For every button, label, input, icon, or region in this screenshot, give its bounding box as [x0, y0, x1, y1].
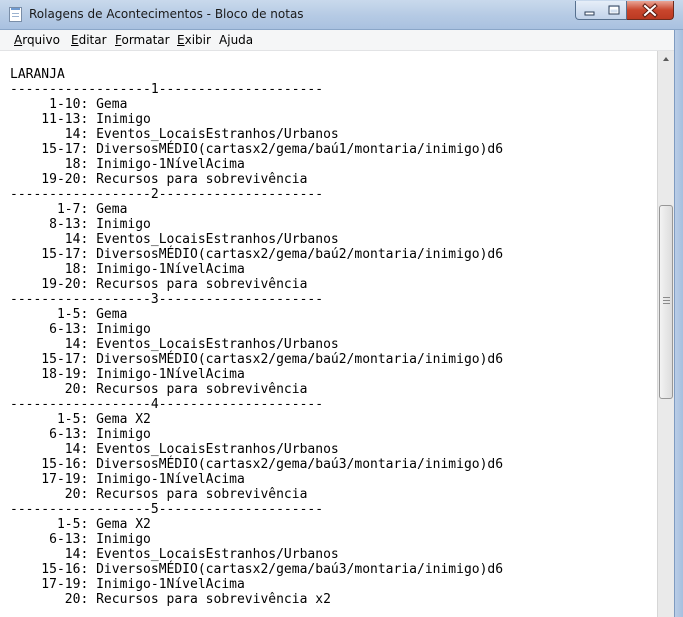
- text-line: 1-10: Gema: [10, 97, 128, 112]
- text-line: 14: Eventos_LocaisEstranhos/Urbanos: [10, 442, 339, 457]
- text-line: ------------------4---------------------: [10, 397, 324, 412]
- menu-ajuda[interactable]: Ajuda: [219, 33, 253, 47]
- text-editor[interactable]: LARANJA ------------------1--------------…: [0, 51, 657, 617]
- text-line: 15-17: DiversosMÉDIO(cartasx2/gema/baú1/…: [10, 142, 504, 157]
- grip-icon: [663, 297, 670, 304]
- text-line: 15-17: DiversosMÉDIO(cartasx2/gema/baú2/…: [10, 247, 504, 262]
- window-title: Rolagens de Acontecimentos - Bloco de no…: [29, 7, 304, 21]
- text-line: ------------------2---------------------: [10, 187, 324, 202]
- close-button[interactable]: [627, 1, 674, 20]
- minimize-icon: [584, 11, 595, 16]
- notepad-window: Rolagens de Acontecimentos - Bloco de no…: [0, 0, 683, 617]
- menu-editar[interactable]: Editar: [71, 33, 107, 47]
- menu-ajuda-label: Aj: [219, 33, 231, 47]
- text-line: 18: Inimigo-1NívelAcima: [10, 262, 245, 277]
- vertical-scrollbar[interactable]: [657, 51, 674, 617]
- menu-formatar[interactable]: Formatar: [115, 33, 170, 47]
- text-line: 15-16: DiversosMÉDIO(cartasx2/gema/baú3/…: [10, 457, 504, 472]
- document-text[interactable]: LARANJA ------------------1--------------…: [10, 67, 503, 607]
- text-line: 1-5: Gema X2: [10, 412, 151, 427]
- text-line: 17-19: Inimigo-1NívelAcima: [10, 472, 245, 487]
- maximize-icon: [608, 5, 620, 15]
- text-line: 1-5: Gema X2: [10, 517, 151, 532]
- scroll-up-button[interactable]: [658, 51, 674, 68]
- text-line: 17-19: Inimigo-1NívelAcima: [10, 577, 245, 592]
- text-line: 15-17: DiversosMÉDIO(cartasx2/gema/baú2/…: [10, 352, 504, 367]
- text-line: 1-5: Gema: [10, 307, 128, 322]
- text-line: 18-19: Inimigo-1NívelAcima: [10, 367, 245, 382]
- text-line: LARANJA: [10, 67, 65, 82]
- text-line: ------------------5---------------------: [10, 502, 324, 517]
- text-line: 15-16: DiversosMÉDIO(cartasx2/gema/baú3/…: [10, 562, 504, 577]
- text-line: 8-13: Inimigo: [10, 217, 151, 232]
- menu-exibir[interactable]: Exibir: [177, 33, 211, 47]
- text-line: 19-20: Recursos para sobrevivência: [10, 172, 308, 187]
- text-line: 6-13: Inimigo: [10, 532, 151, 547]
- text-line: 6-13: Inimigo: [10, 427, 151, 442]
- text-line: 19-20: Recursos para sobrevivência: [10, 277, 308, 292]
- window-frame-right: [674, 30, 683, 617]
- text-line: 14: Eventos_LocaisEstranhos/Urbanos: [10, 337, 339, 352]
- text-line: 20: Recursos para sobrevivência: [10, 487, 308, 502]
- text-line: 14: Eventos_LocaisEstranhos/Urbanos: [10, 232, 339, 247]
- text-line: 20: Recursos para sobrevivência x2: [10, 592, 331, 607]
- arrow-up-icon: [663, 57, 669, 61]
- menu-bar: Arquivo Editar Formatar Exibir Ajuda: [0, 30, 683, 51]
- notepad-icon[interactable]: [9, 7, 22, 22]
- text-line: ------------------3---------------------: [10, 292, 324, 307]
- scrollbar-thumb[interactable]: [659, 205, 673, 399]
- maximize-button[interactable]: [601, 1, 627, 20]
- text-line: 14: Eventos_LocaisEstranhos/Urbanos: [10, 547, 339, 562]
- menu-arquivo[interactable]: Arquivo: [14, 33, 60, 47]
- text-line: 11-13: Inimigo: [10, 112, 151, 127]
- text-line: 20: Recursos para sobrevivência: [10, 382, 308, 397]
- minimize-button[interactable]: [575, 1, 602, 20]
- text-line: 1-7: Gema: [10, 202, 128, 217]
- close-icon: [642, 3, 658, 18]
- text-line: 6-13: Inimigo: [10, 322, 151, 337]
- text-line: ------------------1---------------------: [10, 82, 324, 97]
- text-line: 14: Eventos_LocaisEstranhos/Urbanos: [10, 127, 339, 142]
- title-bar[interactable]: Rolagens de Acontecimentos - Bloco de no…: [0, 0, 683, 30]
- text-line: 18: Inimigo-1NívelAcima: [10, 157, 245, 172]
